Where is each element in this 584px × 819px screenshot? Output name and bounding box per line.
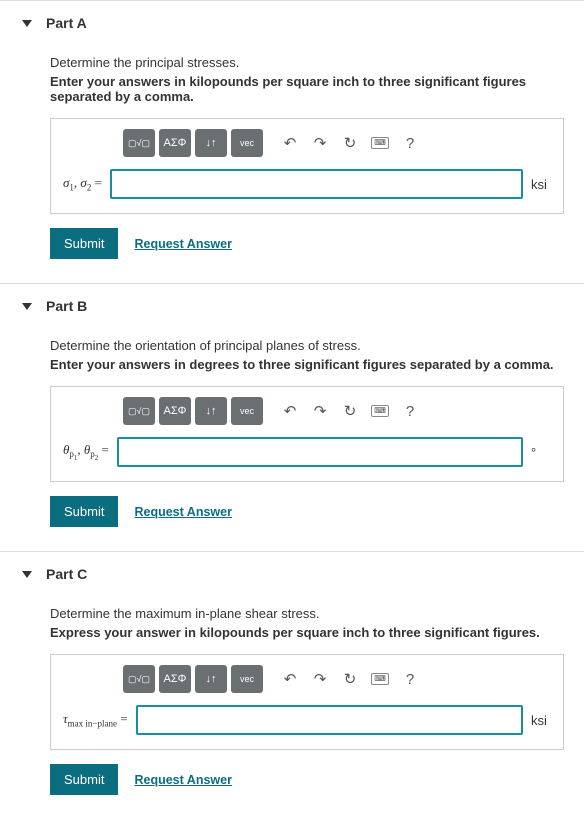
- undo-icon[interactable]: ↶: [277, 398, 303, 424]
- answer-box: ▢√▢ ΑΣΦ ↓↑ vec ↶ ↷ ↻ ⌨ ? τmax in−plane =…: [50, 654, 564, 750]
- keyboard-icon[interactable]: ⌨: [367, 398, 393, 424]
- part-body: Determine the maximum in-plane shear str…: [0, 606, 584, 819]
- answer-row: τmax in−plane = ksi: [63, 705, 551, 735]
- answer-input[interactable]: [136, 705, 523, 735]
- vec-button[interactable]: vec: [231, 129, 263, 157]
- equation-toolbar: ▢√▢ ΑΣΦ ↓↑ vec ↶ ↷ ↻ ⌨ ?: [123, 397, 551, 425]
- subsup-button[interactable]: ↓↑: [195, 129, 227, 157]
- redo-icon[interactable]: ↷: [307, 398, 333, 424]
- part-header[interactable]: Part B: [0, 284, 584, 328]
- subsup-button[interactable]: ↓↑: [195, 397, 227, 425]
- submit-button[interactable]: Submit: [50, 228, 118, 259]
- part-section: Part C Determine the maximum in-plane sh…: [0, 551, 584, 819]
- part-body: Determine the principal stresses. Enter …: [0, 55, 584, 283]
- prompt-text: Determine the maximum in-plane shear str…: [50, 606, 564, 621]
- vec-button[interactable]: vec: [231, 397, 263, 425]
- template-button[interactable]: ▢√▢: [123, 397, 155, 425]
- part-body: Determine the orientation of principal p…: [0, 338, 584, 551]
- actions-row: Submit Request Answer: [50, 764, 564, 795]
- request-answer-link[interactable]: Request Answer: [134, 237, 231, 251]
- undo-icon[interactable]: ↶: [277, 130, 303, 156]
- reset-icon[interactable]: ↻: [337, 130, 363, 156]
- answer-box: ▢√▢ ΑΣΦ ↓↑ vec ↶ ↷ ↻ ⌨ ? θp1, θp2 = °: [50, 386, 564, 482]
- part-header[interactable]: Part A: [0, 1, 584, 45]
- subsup-button[interactable]: ↓↑: [195, 665, 227, 693]
- keyboard-icon[interactable]: ⌨: [367, 666, 393, 692]
- template-button[interactable]: ▢√▢: [123, 129, 155, 157]
- greek-button[interactable]: ΑΣΦ: [159, 665, 191, 693]
- variable-label: τmax in−plane =: [63, 711, 128, 729]
- chevron-down-icon: [22, 303, 32, 310]
- part-section: Part B Determine the orientation of prin…: [0, 283, 584, 551]
- unit-label: °: [531, 445, 551, 460]
- instruction-text: Enter your answers in kilopounds per squ…: [50, 74, 564, 104]
- instruction-text: Express your answer in kilopounds per sq…: [50, 625, 564, 640]
- unit-label: ksi: [531, 713, 551, 728]
- answer-row: σ1, σ2 = ksi: [63, 169, 551, 199]
- request-answer-link[interactable]: Request Answer: [134, 773, 231, 787]
- help-icon[interactable]: ?: [397, 398, 423, 424]
- reset-icon[interactable]: ↻: [337, 666, 363, 692]
- vec-button[interactable]: vec: [231, 665, 263, 693]
- equation-toolbar: ▢√▢ ΑΣΦ ↓↑ vec ↶ ↷ ↻ ⌨ ?: [123, 665, 551, 693]
- help-icon[interactable]: ?: [397, 130, 423, 156]
- unit-label: ksi: [531, 177, 551, 192]
- undo-icon[interactable]: ↶: [277, 666, 303, 692]
- answer-input[interactable]: [117, 437, 523, 467]
- chevron-down-icon: [22, 571, 32, 578]
- answer-input[interactable]: [110, 169, 523, 199]
- answer-box: ▢√▢ ΑΣΦ ↓↑ vec ↶ ↷ ↻ ⌨ ? σ1, σ2 = ksi: [50, 118, 564, 214]
- prompt-text: Determine the principal stresses.: [50, 55, 564, 70]
- part-header[interactable]: Part C: [0, 552, 584, 596]
- part-title: Part B: [46, 298, 87, 314]
- help-icon[interactable]: ?: [397, 666, 423, 692]
- submit-button[interactable]: Submit: [50, 764, 118, 795]
- actions-row: Submit Request Answer: [50, 496, 564, 527]
- instruction-text: Enter your answers in degrees to three s…: [50, 357, 564, 372]
- chevron-down-icon: [22, 20, 32, 27]
- part-title: Part C: [46, 566, 87, 582]
- keyboard-icon[interactable]: ⌨: [367, 130, 393, 156]
- part-section: Part A Determine the principal stresses.…: [0, 0, 584, 283]
- submit-button[interactable]: Submit: [50, 496, 118, 527]
- equation-toolbar: ▢√▢ ΑΣΦ ↓↑ vec ↶ ↷ ↻ ⌨ ?: [123, 129, 551, 157]
- redo-icon[interactable]: ↷: [307, 130, 333, 156]
- request-answer-link[interactable]: Request Answer: [134, 505, 231, 519]
- greek-button[interactable]: ΑΣΦ: [159, 397, 191, 425]
- actions-row: Submit Request Answer: [50, 228, 564, 259]
- reset-icon[interactable]: ↻: [337, 398, 363, 424]
- redo-icon[interactable]: ↷: [307, 666, 333, 692]
- template-button[interactable]: ▢√▢: [123, 665, 155, 693]
- greek-button[interactable]: ΑΣΦ: [159, 129, 191, 157]
- answer-row: θp1, θp2 = °: [63, 437, 551, 467]
- variable-label: σ1, σ2 =: [63, 175, 102, 193]
- variable-label: θp1, θp2 =: [63, 442, 109, 462]
- part-title: Part A: [46, 15, 87, 31]
- prompt-text: Determine the orientation of principal p…: [50, 338, 564, 353]
